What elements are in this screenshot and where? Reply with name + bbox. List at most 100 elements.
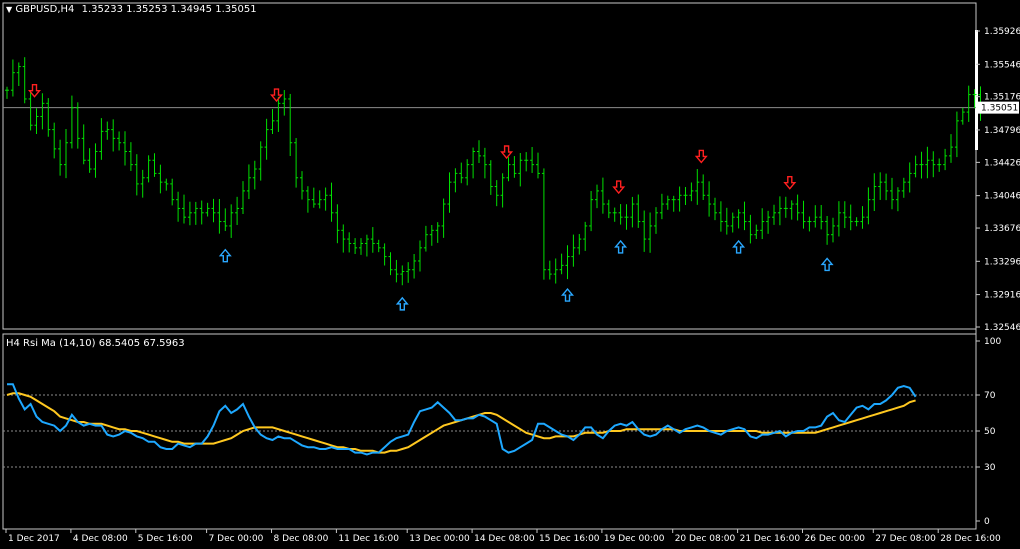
price-bar <box>553 258 558 284</box>
price-tick-label: 1.35176 <box>984 93 1020 103</box>
price-bar <box>518 152 523 187</box>
buy-arrow-icon <box>614 239 628 254</box>
price-bar <box>736 209 741 229</box>
price-tick-label: 1.34796 <box>984 126 1020 136</box>
price-bar <box>742 201 747 231</box>
sell-arrow-icon <box>783 175 797 190</box>
price-bar <box>512 156 517 178</box>
price-bar <box>40 93 45 130</box>
price-bar <box>836 201 841 237</box>
price-bar <box>329 182 334 222</box>
price-bar <box>46 98 51 137</box>
time-tick-label: 19 Dec 00:00 <box>604 534 665 544</box>
price-bar <box>701 174 706 200</box>
price-bar <box>276 96 281 132</box>
price-bar <box>907 162 912 193</box>
price-bar <box>370 227 375 253</box>
price-bar <box>459 162 464 184</box>
current-price-label: 1.35051 <box>981 104 1018 114</box>
price-bar <box>252 160 257 190</box>
price-bar <box>140 169 145 198</box>
price-bar <box>69 95 74 149</box>
price-bar <box>783 196 788 218</box>
time-tick-label: 26 Dec 00:00 <box>805 534 866 544</box>
price-bar <box>176 191 181 222</box>
price-bar <box>282 90 287 116</box>
price-bar <box>488 160 493 195</box>
price-bar <box>400 265 405 286</box>
price-bar <box>831 217 835 243</box>
price-bar <box>335 204 340 244</box>
price-bar <box>866 187 871 225</box>
price-bar <box>825 215 830 245</box>
price-tick-label: 1.33296 <box>984 257 1020 267</box>
price-bar <box>246 164 251 200</box>
price-bar <box>724 207 729 235</box>
time-tick-label: 4 Dec 08:00 <box>73 534 128 544</box>
rsi-tick-label: 100 <box>984 337 1001 347</box>
price-bar <box>93 143 98 178</box>
price-bar <box>937 158 942 172</box>
price-bar <box>388 252 393 276</box>
price-bar <box>559 253 564 275</box>
price-bar <box>353 238 358 254</box>
price-bar <box>170 178 175 206</box>
price-bar <box>264 118 269 160</box>
time-tick-label: 20 Dec 08:00 <box>675 534 736 544</box>
price-bar <box>111 119 116 152</box>
price-bar <box>913 155 918 178</box>
price-bar <box>683 186 688 206</box>
time-tick-label: 13 Dec 00:00 <box>409 534 470 544</box>
price-bar <box>689 182 694 202</box>
price-bar <box>630 196 635 228</box>
time-tick-label: 5 Dec 16:00 <box>138 534 193 544</box>
price-bar <box>595 184 599 209</box>
price-bar <box>477 140 481 164</box>
price-bar <box>789 200 794 220</box>
price-bar <box>128 142 133 171</box>
price-bar <box>624 204 629 230</box>
price-bar <box>347 232 352 253</box>
price-bar <box>565 245 570 280</box>
time-tick-label: 21 Dec 16:00 <box>740 534 801 544</box>
time-tick-label: 1 Dec 2017 <box>8 534 60 544</box>
price-bar <box>636 194 641 228</box>
price-bar <box>359 238 363 255</box>
price-bar <box>270 108 275 134</box>
price-bar <box>642 210 647 252</box>
buy-arrow-icon <box>395 296 409 311</box>
price-bar <box>842 201 847 229</box>
price-bar <box>777 196 782 226</box>
chart-canvas[interactable]: 1.35926 1.35546 1.35176 1.34796 1.34426 1.340… <box>0 0 1020 549</box>
price-bar <box>22 57 27 104</box>
indicator-header: H4 Rsi Ma (14,10) 68.5405 67.5963 <box>6 338 185 349</box>
price-tick-label: 1.32546 <box>984 323 1020 333</box>
time-tick-label: 14 Dec 08:00 <box>474 534 535 544</box>
price-bar <box>465 159 470 186</box>
price-bar <box>500 173 505 208</box>
price-bar <box>235 196 240 225</box>
symbol-label: GBPUSD,H4 <box>15 4 75 15</box>
price-bar <box>772 204 776 225</box>
price-bar <box>890 177 894 210</box>
price-bar <box>536 152 540 179</box>
scrollbar-marker[interactable] <box>975 30 978 150</box>
price-bar <box>52 122 57 159</box>
price-bar <box>75 102 80 149</box>
chart-menu-triangle-icon[interactable]: ▼ <box>6 5 12 14</box>
price-bar <box>146 155 151 183</box>
price-bar <box>760 208 765 240</box>
price-bar <box>164 178 169 191</box>
price-bar <box>199 200 204 225</box>
price-bar <box>819 205 824 230</box>
rsi-ma-line <box>6 392 916 454</box>
price-bar <box>300 171 304 200</box>
time-tick-label: 7 Dec 00:00 <box>209 534 264 544</box>
price-bar <box>394 259 399 283</box>
price-bar <box>81 124 86 165</box>
rsi-tick-label: 50 <box>984 427 996 437</box>
price-bar <box>471 147 476 179</box>
price-bar <box>766 210 771 234</box>
price-bar <box>954 111 959 158</box>
price-bar <box>589 191 594 232</box>
